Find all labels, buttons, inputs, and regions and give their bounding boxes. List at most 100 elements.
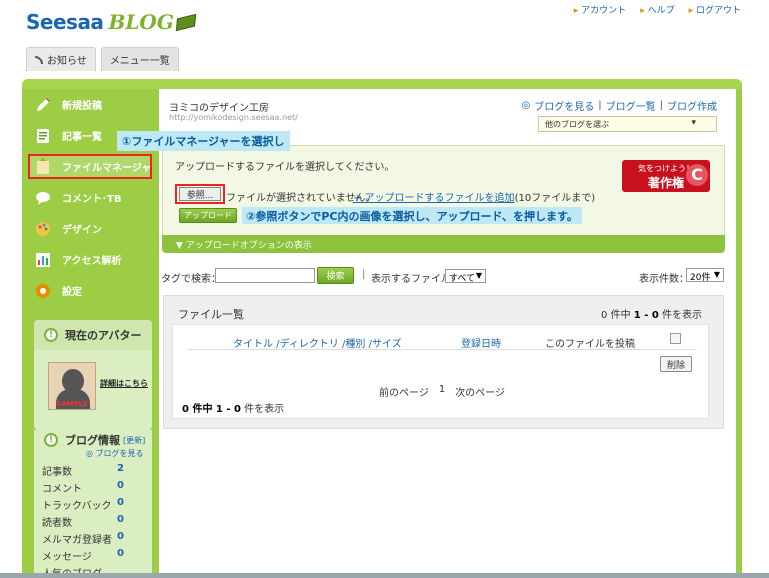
per-page-value: 20件 xyxy=(690,273,711,283)
file-list-panel: ファイル一覧 0 件中 1 - 0 件を表示 タイトル /ディレクトリ /種別 … xyxy=(163,295,724,429)
link-separator: | xyxy=(659,100,663,111)
stat-row: メッセージ 0 xyxy=(42,548,150,563)
tab-menu-label: メニュー一覧 xyxy=(109,56,170,67)
chevron-down-icon: ▼ xyxy=(475,271,482,280)
search-button[interactable]: 検索 xyxy=(317,267,354,284)
book-icon xyxy=(175,13,197,31)
file-table: タイトル /ディレクトリ /種別 /サイズ 登録日時 このファイルを投稿 削除 … xyxy=(172,324,709,419)
upload-options-toggle[interactable]: ▼ アップロードオプションの表示 xyxy=(162,235,725,253)
blog-info-update-link[interactable]: [更新] xyxy=(123,435,145,446)
avatar-panel-header: ! 現在のアバター xyxy=(34,320,152,350)
sidebar-item-design[interactable]: デザイン xyxy=(28,213,152,244)
add-file-count: (10ファイルまで) xyxy=(514,193,596,204)
current-page: 1 xyxy=(438,384,446,395)
count-range: 1 - 0 xyxy=(633,310,659,321)
sidebar-item-label: デザイン xyxy=(62,225,102,236)
tag-search-label: タグで検索： xyxy=(161,274,221,285)
per-page-label: 表示件数： xyxy=(639,274,689,285)
count-bottom-range: 1 - 0 xyxy=(215,404,241,415)
annotation-step2: ②参照ボタンでPC内の画像を選択し、アップロード、を押します。 xyxy=(242,207,582,224)
sidebar-item-label: ファイルマネージャ xyxy=(62,163,152,174)
top-links: アカウント ヘルプ ログアウト xyxy=(574,3,741,16)
view-blog-link[interactable]: ◎ ブログを見る xyxy=(86,448,144,459)
upload-message: アップロードするファイルを選択してください。 xyxy=(175,162,395,173)
file-list-count-bottom: 0 件中 1 - 0 件を表示 xyxy=(182,400,284,415)
count-post: 件を表示 xyxy=(658,310,702,321)
per-page-select[interactable]: 20件 ▼ xyxy=(686,268,724,283)
count-pre: 0 件中 xyxy=(601,310,634,321)
avatar[interactable]: SAMPLE xyxy=(48,362,96,410)
bottom-edge xyxy=(0,573,769,578)
stat-row: メルマガ登録者 0 xyxy=(42,531,150,546)
search-row: タグで検索： 検索 | 表示するファイル すべて ▼ 表示件数： 20件 ▼ xyxy=(159,265,736,289)
add-file-link[interactable]: + アップロードするファイルを追加(10ファイルまで) xyxy=(353,189,595,204)
col-date[interactable]: 登録日時 xyxy=(461,335,501,350)
info-icon: ! xyxy=(44,328,58,342)
pagination: 前のページ 1 次のページ xyxy=(379,384,505,399)
delete-button[interactable]: 削除 xyxy=(660,356,692,372)
tab-news[interactable]: お知らせ xyxy=(26,47,96,71)
stat-label: 読者数 xyxy=(42,518,72,529)
tab-news-label: お知らせ xyxy=(47,56,87,67)
logo-main-text: Seesaa xyxy=(26,10,104,34)
upload-panel: アップロードするファイルを選択してください。 参照... ファイルが選択されてい… xyxy=(162,145,725,241)
browse-button[interactable]: 参照... xyxy=(179,187,221,201)
count-bottom-post: 件を表示 xyxy=(240,404,285,415)
stat-value[interactable]: 0 xyxy=(117,531,124,546)
avatar-sample-label: SAMPLE xyxy=(56,400,88,408)
stat-value[interactable]: 0 xyxy=(117,514,124,529)
account-link[interactable]: アカウント xyxy=(574,3,626,16)
logout-link[interactable]: ログアウト xyxy=(689,3,741,16)
tab-bar: お知らせ メニュー一覧 xyxy=(26,47,179,71)
view-blog-label: ブログを見る xyxy=(95,449,144,458)
separator: | xyxy=(362,269,366,280)
file-filter-label: 表示するファイル xyxy=(371,274,451,285)
sidebar-item-file-manager[interactable]: ファイルマネージャ xyxy=(28,154,152,179)
stat-row: トラックバック 0 xyxy=(42,497,150,512)
prev-page[interactable]: 前のページ xyxy=(379,384,429,399)
select-all-checkbox[interactable] xyxy=(670,333,681,344)
bar-chart-icon xyxy=(34,251,52,269)
document-icon xyxy=(34,127,52,145)
stat-row: 読者数 0 xyxy=(42,514,150,529)
stat-value[interactable]: 0 xyxy=(117,548,124,563)
stat-value[interactable]: 0 xyxy=(117,480,124,495)
blog-info-title: ブログ情報 xyxy=(65,434,120,447)
stat-row: コメント 0 xyxy=(42,480,150,495)
upload-button[interactable]: アップロード xyxy=(179,208,237,223)
blog-info-header: ! ブログ情報 [更新] xyxy=(44,432,145,448)
stat-value[interactable]: 2 xyxy=(117,463,124,478)
avatar-details-link[interactable]: 詳細はこちら xyxy=(100,378,148,389)
sidebar-item-new-post[interactable]: 新規投稿 xyxy=(28,89,152,120)
create-blog-link[interactable]: ブログ作成 xyxy=(667,98,717,113)
stat-label: コメント xyxy=(42,484,82,495)
file-list-title: ファイル一覧 xyxy=(178,308,244,321)
help-link[interactable]: ヘルプ xyxy=(640,3,675,16)
link-separator: | xyxy=(598,100,602,111)
comment-icon xyxy=(34,189,52,207)
sidebar-item-label: アクセス解析 xyxy=(62,256,122,267)
sidebar-item-settings[interactable]: 設定 xyxy=(28,275,152,306)
target-icon: ◎ xyxy=(521,100,531,111)
tag-search-input[interactable] xyxy=(215,268,315,283)
next-page[interactable]: 次のページ xyxy=(455,384,505,399)
file-filter-value: すべて xyxy=(449,274,476,284)
stat-value[interactable]: 0 xyxy=(117,497,124,512)
browse-highlight: 参照... xyxy=(175,184,225,204)
avatar-panel: ! 現在のアバター SAMPLE 詳細はこちら xyxy=(34,320,152,430)
view-blog-header-link[interactable]: ブログを見る xyxy=(534,98,594,113)
gear-icon xyxy=(34,282,52,300)
sidebar-item-analytics[interactable]: アクセス解析 xyxy=(28,244,152,275)
annotation-step1: ①ファイルマネージャーを選択し xyxy=(117,131,290,151)
stat-label: メッセージ xyxy=(42,552,92,563)
column-headers: タイトル /ディレクトリ /種別 /サイズ xyxy=(233,339,402,350)
file-filter-select[interactable]: すべて ▼ xyxy=(445,269,486,284)
sidebar-item-comments[interactable]: コメント･TB xyxy=(28,182,152,213)
copyright-icon: C xyxy=(686,164,708,186)
seesaa-blog-logo[interactable]: Seesaa BLOG xyxy=(26,8,197,36)
other-blog-select[interactable]: 他のブログを選ぶ xyxy=(538,116,717,132)
blog-list-link[interactable]: ブログ一覧 xyxy=(606,98,656,113)
tab-menu-list[interactable]: メニュー一覧 xyxy=(100,47,179,71)
copyright-banner[interactable]: 気をつけよう！ 著作権 C xyxy=(622,160,710,192)
blog-url: http://yomikodesign.seesaa.net/ xyxy=(169,113,298,122)
